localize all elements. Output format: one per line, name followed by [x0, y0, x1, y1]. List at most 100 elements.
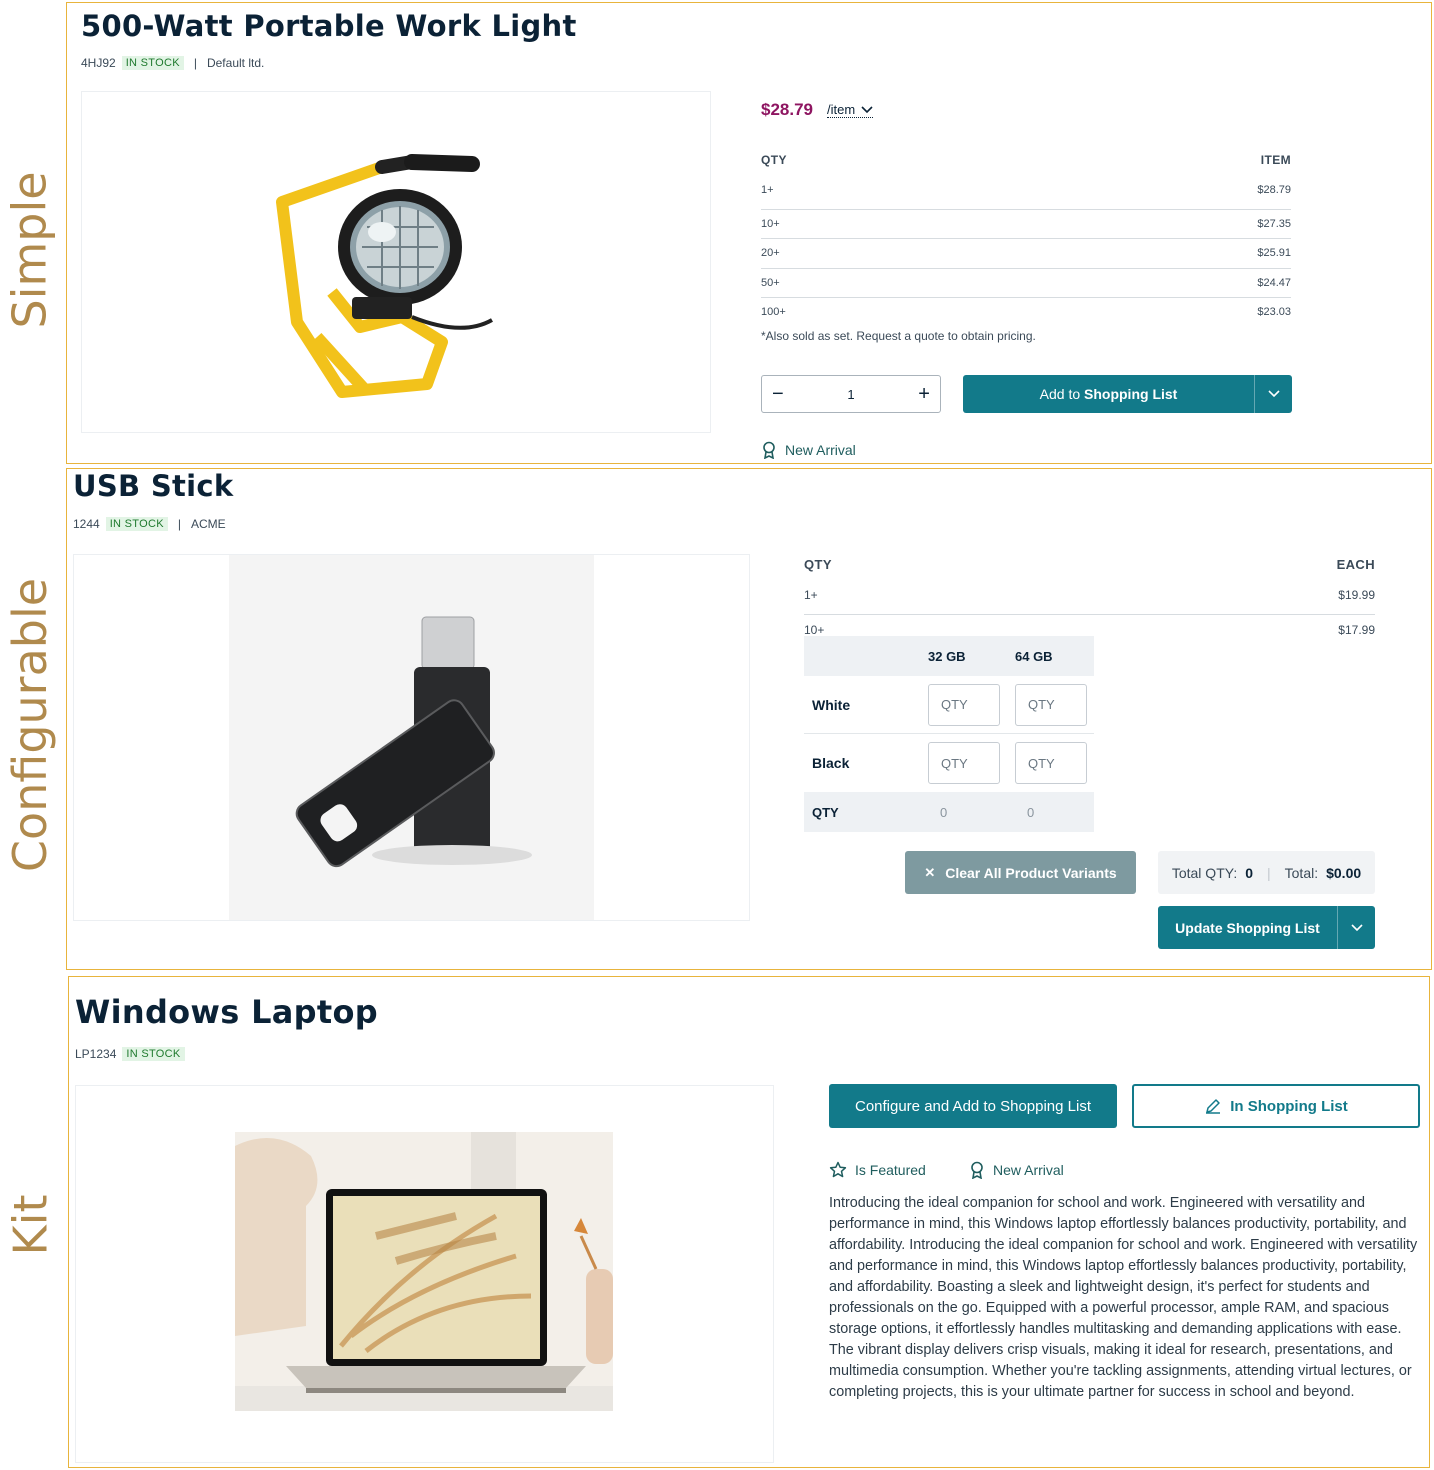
- kit-product-panel: Windows Laptop LP1234 IN STOCK Configure…: [68, 976, 1430, 1468]
- add-button-bold: Shopping List: [1084, 386, 1178, 402]
- meta-separator: |: [193, 56, 197, 70]
- product-title: Windows Laptop: [75, 993, 378, 1031]
- meta-separator: |: [177, 517, 181, 531]
- set-note: *Also sold as set. Request a quote to ob…: [761, 329, 1036, 343]
- total-label: Total:: [1284, 864, 1319, 881]
- matrix-row-label: Black: [812, 755, 850, 771]
- product-description: Introducing the ideal companion for scho…: [829, 1195, 1418, 1400]
- tier-header-item: ITEM: [1260, 153, 1291, 167]
- update-button-prefix: Update: [1175, 919, 1227, 936]
- qty-input-black-32gb[interactable]: QTY: [928, 742, 1000, 784]
- in-shopping-list-button[interactable]: In Shopping List: [1132, 1084, 1420, 1128]
- add-button-label: Add to Shopping List: [963, 386, 1254, 402]
- clear-button-label: Clear All Product Variants: [945, 864, 1117, 881]
- award-ribbon-icon: [763, 441, 775, 459]
- matrix-total-64gb: 0: [1027, 804, 1035, 820]
- product-meta: 1244 IN STOCK | ACME: [73, 517, 226, 531]
- tier-qty: 50+: [761, 277, 780, 289]
- tier-header-qty: QTY: [804, 557, 832, 572]
- tier-qty: 10+: [761, 218, 780, 230]
- product-meta: 4HJ92 IN STOCK | Default ltd.: [81, 56, 264, 70]
- price-tier-table: QTY EACH 1+ $19.99 10+ $17.99: [804, 557, 1375, 639]
- tier-header: QTY EACH: [804, 557, 1375, 588]
- product-image[interactable]: [75, 1085, 774, 1463]
- tier-qty: 1+: [804, 588, 818, 602]
- product-sku: 1244: [73, 517, 100, 531]
- new-arrival-badge: New Arrival: [761, 441, 856, 459]
- matrix-total-32gb: 0: [940, 804, 948, 820]
- section-label-configurable: Configurable: [3, 577, 58, 873]
- totals-separator: |: [1267, 864, 1271, 881]
- in-list-label: In Shopping List: [1230, 1097, 1348, 1115]
- tier-price: $28.79: [1257, 184, 1291, 196]
- badge-label: New Arrival: [785, 442, 856, 458]
- unit-selector[interactable]: /item: [827, 102, 874, 118]
- stock-badge: IN STOCK: [105, 517, 168, 531]
- work-light-image: [276, 154, 493, 398]
- product-image[interactable]: [81, 91, 711, 433]
- tier-price: $19.99: [1338, 588, 1375, 602]
- add-to-shopping-list-button[interactable]: Add to Shopping List: [963, 375, 1292, 413]
- chevron-down-icon: [861, 105, 873, 113]
- product-title: 500-Watt Portable Work Light: [81, 9, 577, 43]
- matrix-col-32gb: 32 GB: [928, 648, 966, 664]
- clear-variants-button[interactable]: ✕ Clear All Product Variants: [905, 851, 1136, 894]
- featured-badge: Is Featured: [829, 1161, 926, 1179]
- product-sku: 4HJ92: [81, 56, 116, 70]
- unit-label: /item: [827, 102, 856, 117]
- section-label-simple: Simple: [3, 171, 58, 329]
- total-qty-label: Total QTY:: [1171, 864, 1238, 881]
- plus-icon[interactable]: +: [918, 383, 930, 406]
- tier-row: 10+ $27.35: [761, 210, 1291, 239]
- matrix-total-label: QTY: [812, 804, 839, 820]
- product-image[interactable]: [73, 554, 750, 921]
- totals-summary: Total QTY: 0 | Total: $0.00: [1158, 851, 1375, 894]
- tier-price: $27.35: [1257, 218, 1291, 230]
- qty-input-white-64gb[interactable]: QTY: [1015, 683, 1087, 726]
- quantity-stepper[interactable]: − 1 +: [761, 375, 941, 413]
- matrix-row-black: Black QTY QTY: [804, 734, 1094, 792]
- configure-add-button[interactable]: Configure and Add to Shopping List: [829, 1084, 1117, 1128]
- qty-input-white-32gb[interactable]: QTY: [928, 683, 1000, 726]
- featured-label: Is Featured: [855, 1162, 926, 1178]
- quantity-value[interactable]: 1: [847, 387, 854, 402]
- qty-input-black-64gb[interactable]: QTY: [1015, 742, 1087, 784]
- product-title: USB Stick: [73, 469, 234, 503]
- tier-row: 100+ $23.03: [761, 298, 1291, 327]
- tier-price: $17.99: [1338, 623, 1375, 637]
- tier-header-each: EACH: [1336, 557, 1375, 572]
- tier-header: QTY ITEM: [761, 153, 1291, 181]
- matrix-col-64gb: 64 GB: [1015, 648, 1053, 664]
- update-dropdown-toggle[interactable]: [1337, 906, 1375, 949]
- simple-product-panel: 500-Watt Portable Work Light 4HJ92 IN ST…: [66, 2, 1432, 464]
- section-label-kit: Kit: [3, 1194, 58, 1256]
- chevron-down-icon: [1350, 923, 1363, 931]
- matrix-header: 32 GB 64 GB: [804, 636, 1094, 676]
- add-dropdown-toggle[interactable]: [1254, 375, 1292, 413]
- tier-qty: 1+: [761, 184, 774, 196]
- tier-price: $24.47: [1257, 277, 1291, 289]
- new-arrival-label: New Arrival: [993, 1162, 1064, 1178]
- laptop-image: [235, 1132, 613, 1411]
- product-brand: ACME: [190, 517, 226, 531]
- update-button-label: Update Shopping List: [1158, 920, 1337, 936]
- tier-price: $23.03: [1257, 306, 1291, 318]
- price-tier-table: QTY ITEM 1+ $28.79 10+ $27.35 20+ $25.91…: [761, 153, 1291, 327]
- tier-price: $25.91: [1257, 247, 1291, 259]
- new-arrival-badge: New Arrival: [969, 1161, 1064, 1179]
- minus-icon[interactable]: −: [772, 383, 784, 406]
- pencil-icon: [1206, 1099, 1221, 1114]
- stock-badge: IN STOCK: [121, 56, 184, 70]
- configure-button-label: Configure and Add to Shopping List: [854, 1097, 1091, 1115]
- stock-badge: IN STOCK: [122, 1047, 185, 1061]
- add-button-prefix: Add to: [1039, 386, 1085, 402]
- update-shopping-list-button[interactable]: Update Shopping List: [1158, 906, 1375, 949]
- product-sku: LP1234: [75, 1047, 117, 1061]
- matrix-row-label: White: [812, 696, 851, 713]
- variant-matrix: 32 GB 64 GB White QTY QTY Black QTY QTY …: [804, 636, 1094, 832]
- usb-stick-image: [295, 616, 532, 868]
- tier-row: 1+ $28.79: [761, 181, 1291, 210]
- product-price: $28.79: [761, 100, 813, 119]
- tier-row: 20+ $25.91: [761, 239, 1291, 269]
- matrix-totals-row: QTY 0 0: [804, 792, 1094, 832]
